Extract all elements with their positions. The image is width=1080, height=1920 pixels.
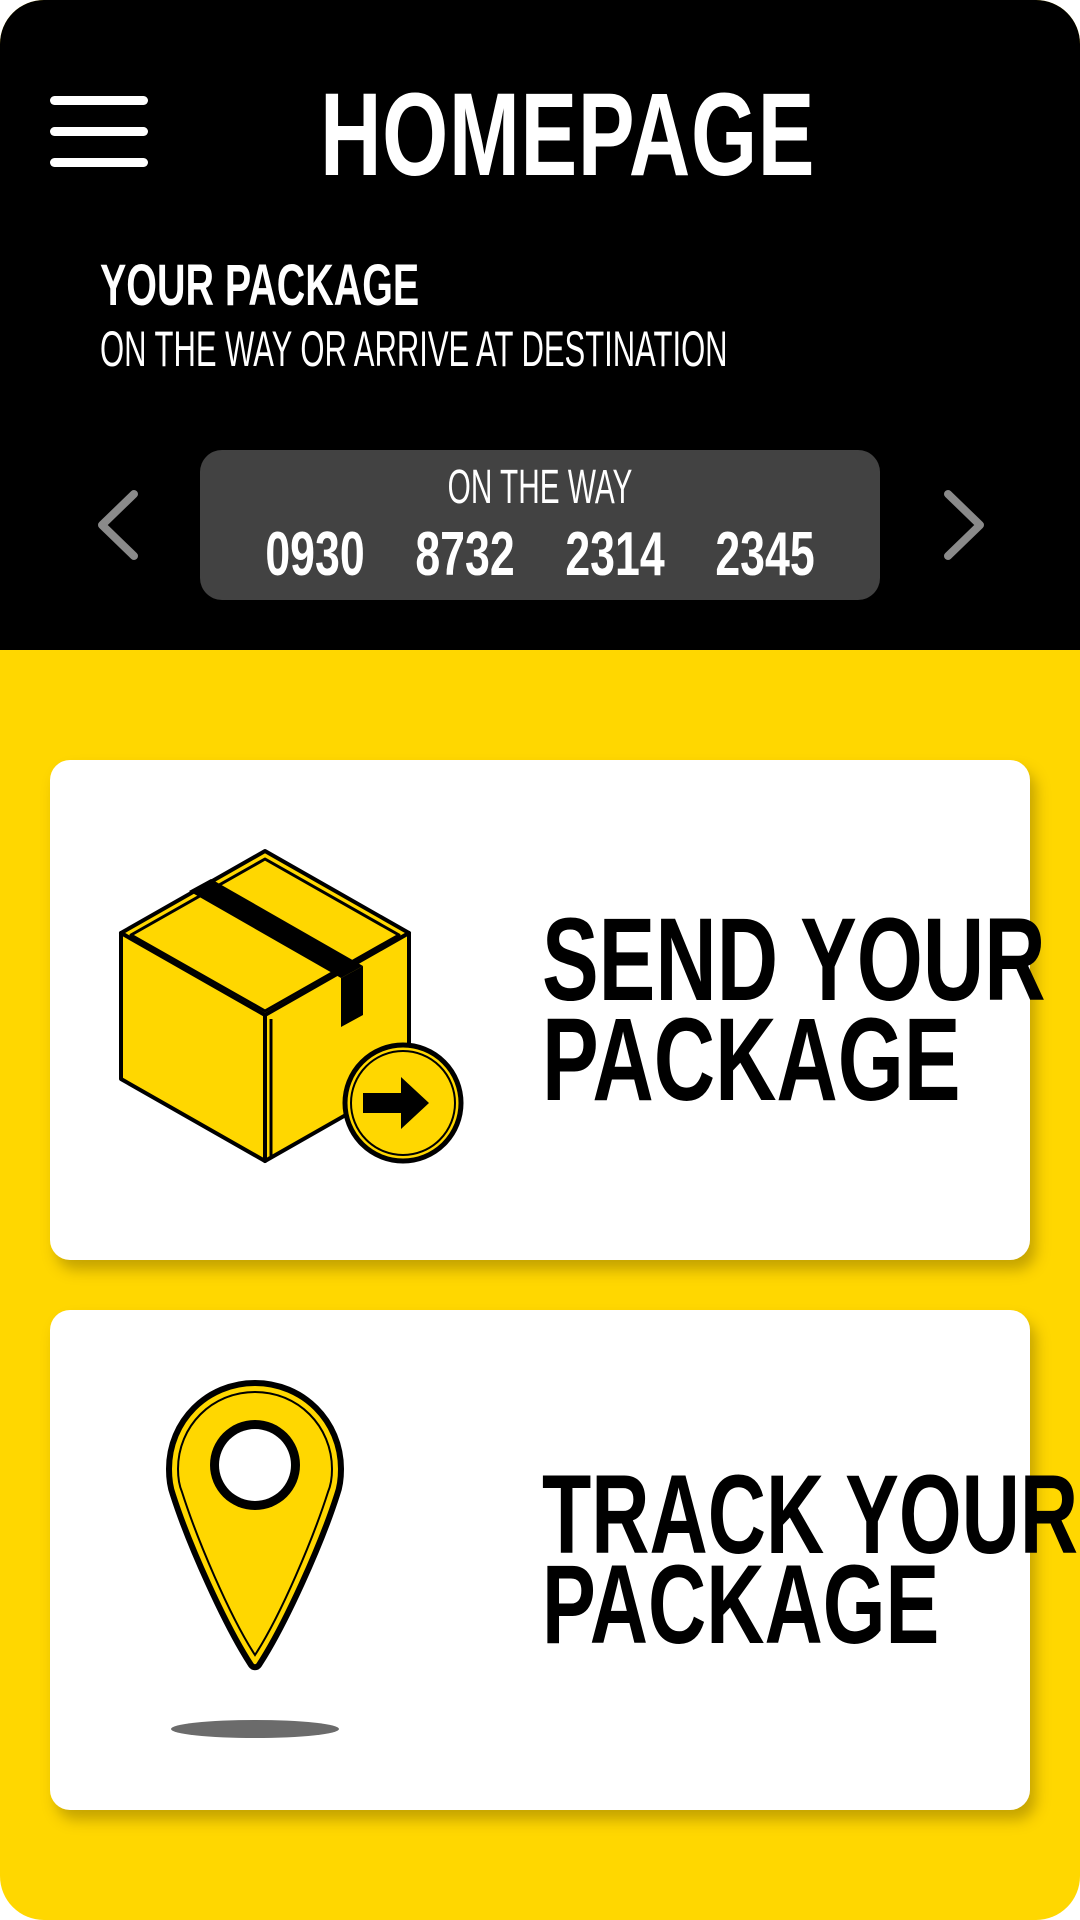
tracking-number-group: 2345 [715,520,815,589]
package-status-subheading: ON THE WAY OR ARRIVE AT DESTINATION [100,321,728,377]
track-package-label: TRACK YOUR PACKAGE [542,1459,1078,1661]
track-package-button[interactable]: TRACK YOUR PACKAGE [50,1310,1078,1810]
chevron-left-icon[interactable] [92,488,152,562]
menu-bar [50,96,148,105]
hamburger-menu-icon[interactable] [48,96,152,172]
header: HOMEPAGE YOUR PACKAGE ON THE WAY OR ARRI… [0,0,1080,650]
send-package-button[interactable]: SEND YOUR PACKAGE [50,760,1046,1260]
package-status-heading: YOUR PACKAGE [100,253,420,318]
menu-bar [50,127,148,136]
tracking-status: ON THE WAY [447,461,633,514]
page-title: HOMEPAGE [320,69,816,201]
tracking-card[interactable]: ON THE WAY 0930 8732 2314 2345 [200,450,880,600]
location-pin-icon [155,1375,355,1765]
tracking-number-group: 0930 [265,520,365,589]
package-box-send-icon [115,845,475,1175]
tracking-number: 0930 8732 2314 2345 [200,520,880,590]
tracking-number-group: 2314 [565,520,665,589]
menu-bar [50,158,148,167]
send-package-label: SEND YOUR PACKAGE [542,901,1046,1119]
chevron-right-icon[interactable] [930,488,990,562]
tracking-number-group: 8732 [415,520,515,589]
app-screen: HOMEPAGE YOUR PACKAGE ON THE WAY OR ARRI… [0,0,1080,1920]
